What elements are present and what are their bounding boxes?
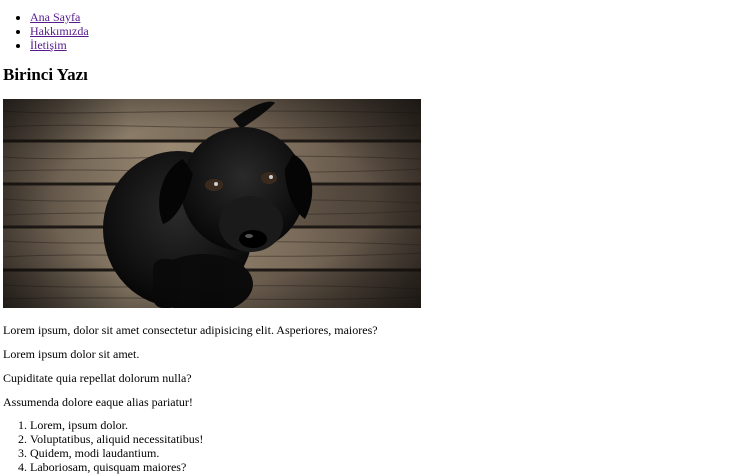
list-item: Quidem, modi laudantium. bbox=[30, 446, 203, 460]
nav-link-about[interactable]: Hakkımızda bbox=[30, 24, 89, 38]
nav-item-contact: İletişim bbox=[30, 38, 89, 52]
article-ordered-list: Lorem, ipsum dolor. Voluptatibus, aliqui… bbox=[0, 418, 203, 474]
article-image bbox=[3, 99, 421, 308]
list-item: Laboriosam, quisquam maiores? bbox=[30, 460, 203, 474]
nav-item-about: Hakkımızda bbox=[30, 24, 89, 38]
list-item: Lorem, ipsum dolor. bbox=[30, 418, 203, 432]
nav-item-home: Ana Sayfa bbox=[30, 10, 89, 24]
list-item: Voluptatibus, aliquid necessitatibus! bbox=[30, 432, 203, 446]
nav-link-home[interactable]: Ana Sayfa bbox=[30, 10, 80, 24]
article-paragraph: Cupiditate quia repellat dolorum nulla? bbox=[3, 371, 192, 385]
article-paragraph: Assumenda dolore eaque alias pariatur! bbox=[3, 395, 193, 409]
article-title: Birinci Yazı bbox=[3, 65, 88, 84]
main-nav: Ana Sayfa Hakkımızda İletişim bbox=[0, 10, 89, 52]
nav-link-contact[interactable]: İletişim bbox=[30, 38, 67, 52]
article-paragraph: Lorem ipsum dolor sit amet. bbox=[3, 347, 140, 361]
article-paragraph: Lorem ipsum, dolor sit amet consectetur … bbox=[3, 323, 378, 337]
